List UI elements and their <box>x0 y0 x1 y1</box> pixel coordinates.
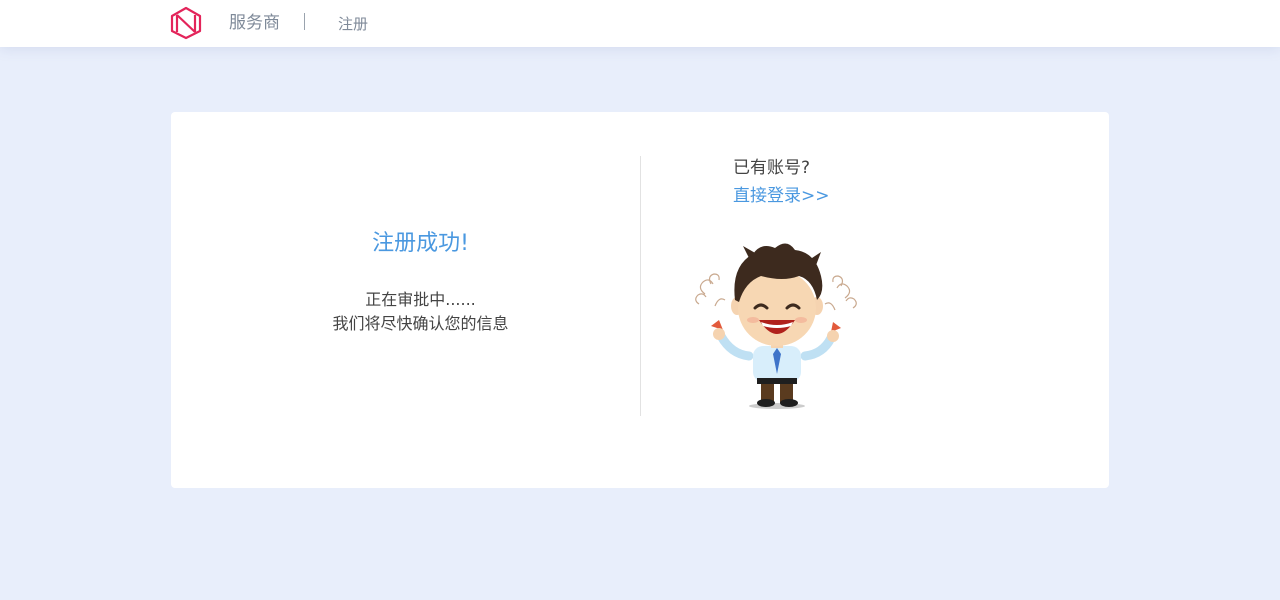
approval-status-text: 正在审批中...... <box>365 290 476 309</box>
have-account-text: 已有账号? <box>733 158 811 178</box>
success-title: 注册成功! <box>372 231 469 256</box>
vertical-separator <box>640 156 641 416</box>
top-navbar: 服务商 注册 <box>0 0 1280 47</box>
confirmation-message-text: 我们将尽快确认您的信息 <box>332 314 509 333</box>
brand-logo-icon[interactable] <box>170 6 202 40</box>
direct-login-link[interactable]: 直接登录>> <box>733 184 830 208</box>
header-divider <box>304 13 305 30</box>
brand-name[interactable]: 服务商 <box>229 12 280 34</box>
party-popper-right-icon <box>824 275 857 311</box>
party-popper-left-icon <box>695 273 726 307</box>
registration-result-card: 注册成功! 正在审批中...... 我们将尽快确认您的信息 已有账号? 直接登录… <box>171 112 1109 488</box>
success-panel: 注册成功! 正在审批中...... 我们将尽快确认您的信息 <box>171 112 640 488</box>
celebrating-man-illustration <box>695 243 857 409</box>
page-title: 注册 <box>338 15 369 33</box>
